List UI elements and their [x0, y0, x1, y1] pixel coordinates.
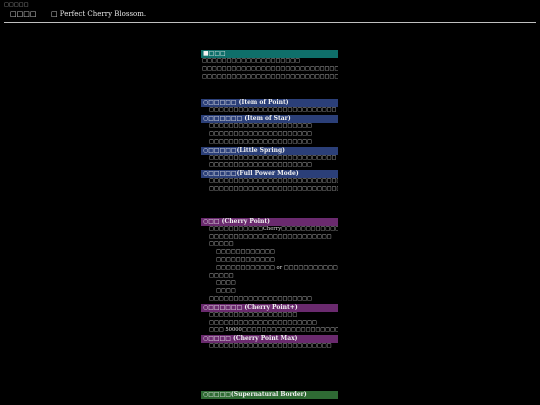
- cherry-point-line: □□□□□□□□□□□□: [216, 249, 275, 256]
- cherry-point-plus-line: □□□□□□□□□□□□□□□□□□: [209, 311, 298, 318]
- page-title-bar: □□□□ □ Perfect Cherry Blossom.: [10, 10, 146, 18]
- item-point-line: □□□□□□□□□□□□□□□□□□□□□□□□□□: [209, 107, 337, 114]
- cherry-point-line: □□□□□: [209, 272, 234, 279]
- little-spring-line: □□□□□□□□□□□□□□□□□□□□□: [209, 162, 312, 169]
- tiny-header-text: □□□□□: [4, 2, 29, 8]
- little-spring-line: □□□□□□□□□□□□□□□□□□□□□□□□□□: [209, 154, 337, 161]
- section-header-full-power-mode: ○□□□□□(Full Power Mode): [201, 170, 338, 179]
- cherry-point-line: □□□□□□□□□□□□□□□□□□□□□: [209, 295, 312, 302]
- item-star-line: □□□□□□□□□□□□□□□□□□□□□: [209, 138, 312, 145]
- section-header-item-of-point: ○□□□□□ (Item of Point): [201, 99, 338, 108]
- cherry-point-line: □□□□□□□□□□□Cherry□□□□□□□□□□□□□□□□: [209, 225, 338, 232]
- section-header-cherry-point: ○□□ (Cherry Point): [201, 217, 338, 226]
- content-column: ■□□□ □□□□□□□□□□□□□□□□□□□□ □□□□□□□□□□□□□□…: [201, 50, 338, 399]
- page-title: Perfect Cherry Blossom.: [59, 10, 147, 18]
- item-star-line: □□□□□□□□□□□□□□□□□□□□□: [209, 123, 312, 130]
- section-header-cherry-point-max: ○□□□□ (Cherry Point Max): [201, 335, 338, 344]
- section-header-supernatural-border: ○□□□□(Supernatural Border): [201, 390, 338, 399]
- section-header-little-spring: ○□□□□□(Little Spring): [201, 146, 338, 155]
- cherry-point-max-line: □□□□□□□□□□□□□□□□□□□□□□□□□: [209, 343, 332, 350]
- main-line: □□□□□□□□□□□□□□□□□□□□: [202, 58, 301, 64]
- cherry-point-plus-line: □□□ 50000□□□□□□□□□□□□□□□□□□□□□: [209, 327, 338, 334]
- item-star-line: □□□□□□□□□□□□□□□□□□□□□: [209, 130, 312, 137]
- header-divider: [4, 22, 536, 23]
- blossom-icon: □: [50, 10, 58, 18]
- full-power-line: □□□□□□□□□□□□□□□□□□□□□□□□□□□□: [209, 185, 338, 192]
- cherry-point-line: □□□□: [216, 280, 236, 287]
- cherry-point-line: □□□□□: [209, 241, 234, 248]
- cherry-point-line: □□□□□□□□□□□□ or □□□□□□□□□□□□□□□: [216, 264, 338, 271]
- cherry-point-line: □□□□□□□□□□□□: [216, 256, 275, 263]
- cherry-point-line: □□□□□□□□□□□□□□□□□□□□□□□□□: [209, 233, 332, 240]
- full-power-line: □□□□□□□□□□□□□□□□□□□□□□□□□□□□□□□□□□: [209, 178, 338, 185]
- section-header-main: ■□□□: [201, 50, 338, 58]
- main-line: □□□□□□□□□□□□□□□□□□□□□□□□□□□□□: [202, 73, 338, 80]
- section-header-cherry-point-plus: ○□□□□□□ (Cherry Point+): [201, 303, 338, 312]
- cherry-point-plus-line: □□□□□□□□□□□□□□□□□□□□□□: [209, 319, 317, 326]
- main-line: □□□□□□□□□□□□□□□□□□□□□□□□□□□□□□□□□□□: [202, 65, 338, 72]
- title-prefix-link[interactable]: □□□□: [10, 10, 36, 18]
- section-header-item-of-star: ○□□□□□□ (Item of Star): [201, 115, 338, 124]
- cherry-point-line: □□□□: [216, 288, 236, 295]
